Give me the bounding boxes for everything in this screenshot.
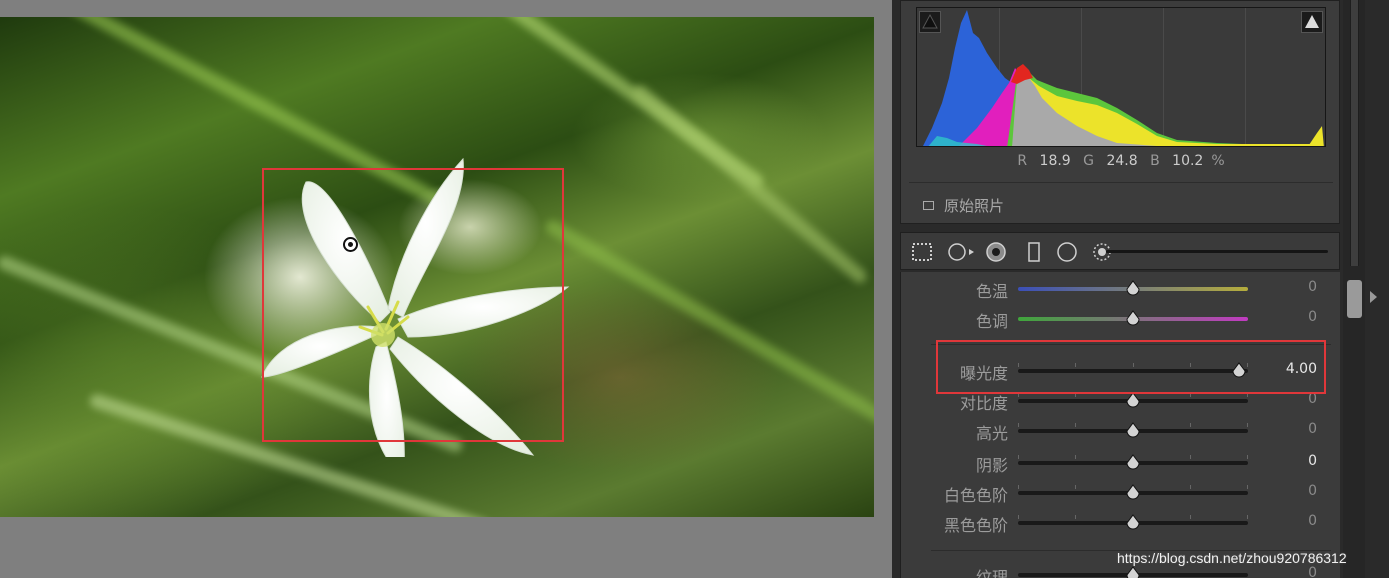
slider-texture: 纹理 0 — [901, 564, 1341, 578]
slider-value[interactable]: 0 — [1308, 483, 1317, 499]
triangle-up-icon — [1305, 15, 1319, 28]
tool-strip — [900, 232, 1340, 270]
shadow-clipping-button[interactable] — [919, 11, 941, 33]
spot-removal-icon[interactable] — [947, 241, 975, 263]
grass-blur — [630, 82, 870, 286]
slider-label: 白色色阶 — [943, 486, 1008, 505]
histogram-chart — [916, 7, 1326, 147]
slider-label: 纹理 — [975, 568, 1008, 578]
photo-canvas-area — [0, 0, 892, 578]
slider-label: 高光 — [975, 424, 1008, 443]
slider-tint: 色调 0 — [901, 308, 1341, 331]
basic-panel: 色温 0 色调 0 曝光度 4.00 对比度 0 高光 0 阴影 0 白色色阶 … — [900, 272, 1340, 578]
slider-label: 黑色色阶 — [943, 516, 1008, 535]
radial-filter-icon[interactable] — [1056, 241, 1078, 263]
slider-label: 色温 — [975, 282, 1008, 301]
slider-temperature: 色温 0 — [901, 278, 1341, 301]
r-label: R — [1017, 153, 1028, 169]
collapse-panel-arrow-icon[interactable] — [1370, 291, 1377, 303]
histogram-curves — [923, 10, 1324, 146]
triangle-up-icon — [922, 13, 938, 29]
red-eye-icon[interactable] — [985, 241, 1007, 263]
slider-whites: 白色色阶 0 — [901, 482, 1341, 505]
slider-label: 色调 — [975, 312, 1008, 331]
b-label: B — [1150, 153, 1160, 169]
exposure-highlight-box — [936, 340, 1326, 394]
slider-thumb[interactable] — [1126, 310, 1140, 326]
divider — [909, 182, 1333, 183]
slider-thumb[interactable] — [1126, 392, 1140, 408]
crop-overlay-icon[interactable] — [911, 241, 933, 263]
slider-blacks: 黑色色阶 0 — [901, 512, 1341, 535]
develop-side-panel: R 18.9 G 24.8 B 10.2% 原始照片 色温 0 色调 0 曝光度… — [892, 0, 1389, 578]
original-photo-label: 原始照片 — [944, 197, 1005, 215]
flower-highlight-box — [262, 168, 564, 442]
slider-shadows: 阴影 0 — [901, 452, 1341, 475]
histogram-panel: R 18.9 G 24.8 B 10.2% 原始照片 — [900, 0, 1340, 224]
watermark-url: https://blog.csdn.net/zhou920786312 — [1117, 550, 1347, 566]
highlight-clipping-button[interactable] — [1301, 11, 1323, 33]
slider-thumb[interactable] — [1126, 422, 1140, 438]
slider-value[interactable]: 0 — [1308, 309, 1317, 325]
rgb-readout: R 18.9 G 24.8 B 10.2% — [901, 153, 1341, 169]
r-value: 18.9 — [1039, 153, 1071, 169]
checkbox-icon[interactable] — [923, 201, 934, 210]
slider-value[interactable]: 0 — [1308, 279, 1317, 295]
scrollbar-thumb[interactable] — [1347, 280, 1362, 318]
slider-thumb[interactable] — [1126, 484, 1140, 500]
g-value: 24.8 — [1106, 153, 1138, 169]
slider-thumb[interactable] — [1126, 566, 1140, 578]
slider-thumb[interactable] — [1126, 280, 1140, 296]
slider-thumb[interactable] — [1126, 454, 1140, 470]
slider-thumb[interactable] — [1126, 514, 1140, 530]
g-label: G — [1083, 153, 1095, 169]
slider-highlights: 高光 0 — [901, 420, 1341, 443]
b-value: 10.2 — [1172, 153, 1204, 169]
slider-value[interactable]: 0 — [1308, 421, 1317, 437]
slider-value[interactable]: 0 — [1308, 565, 1317, 578]
slider-value[interactable]: 0 — [1308, 453, 1317, 469]
slider-value[interactable]: 0 — [1308, 513, 1317, 529]
original-photo-toggle[interactable]: 原始照片 — [923, 195, 1004, 216]
percent-unit: % — [1211, 153, 1225, 169]
tool-strip-slider[interactable] — [1106, 250, 1328, 253]
slider-label: 阴影 — [975, 456, 1008, 475]
top-panel-scrollbar[interactable] — [1350, 0, 1359, 266]
graduated-filter-icon[interactable] — [1023, 241, 1045, 263]
